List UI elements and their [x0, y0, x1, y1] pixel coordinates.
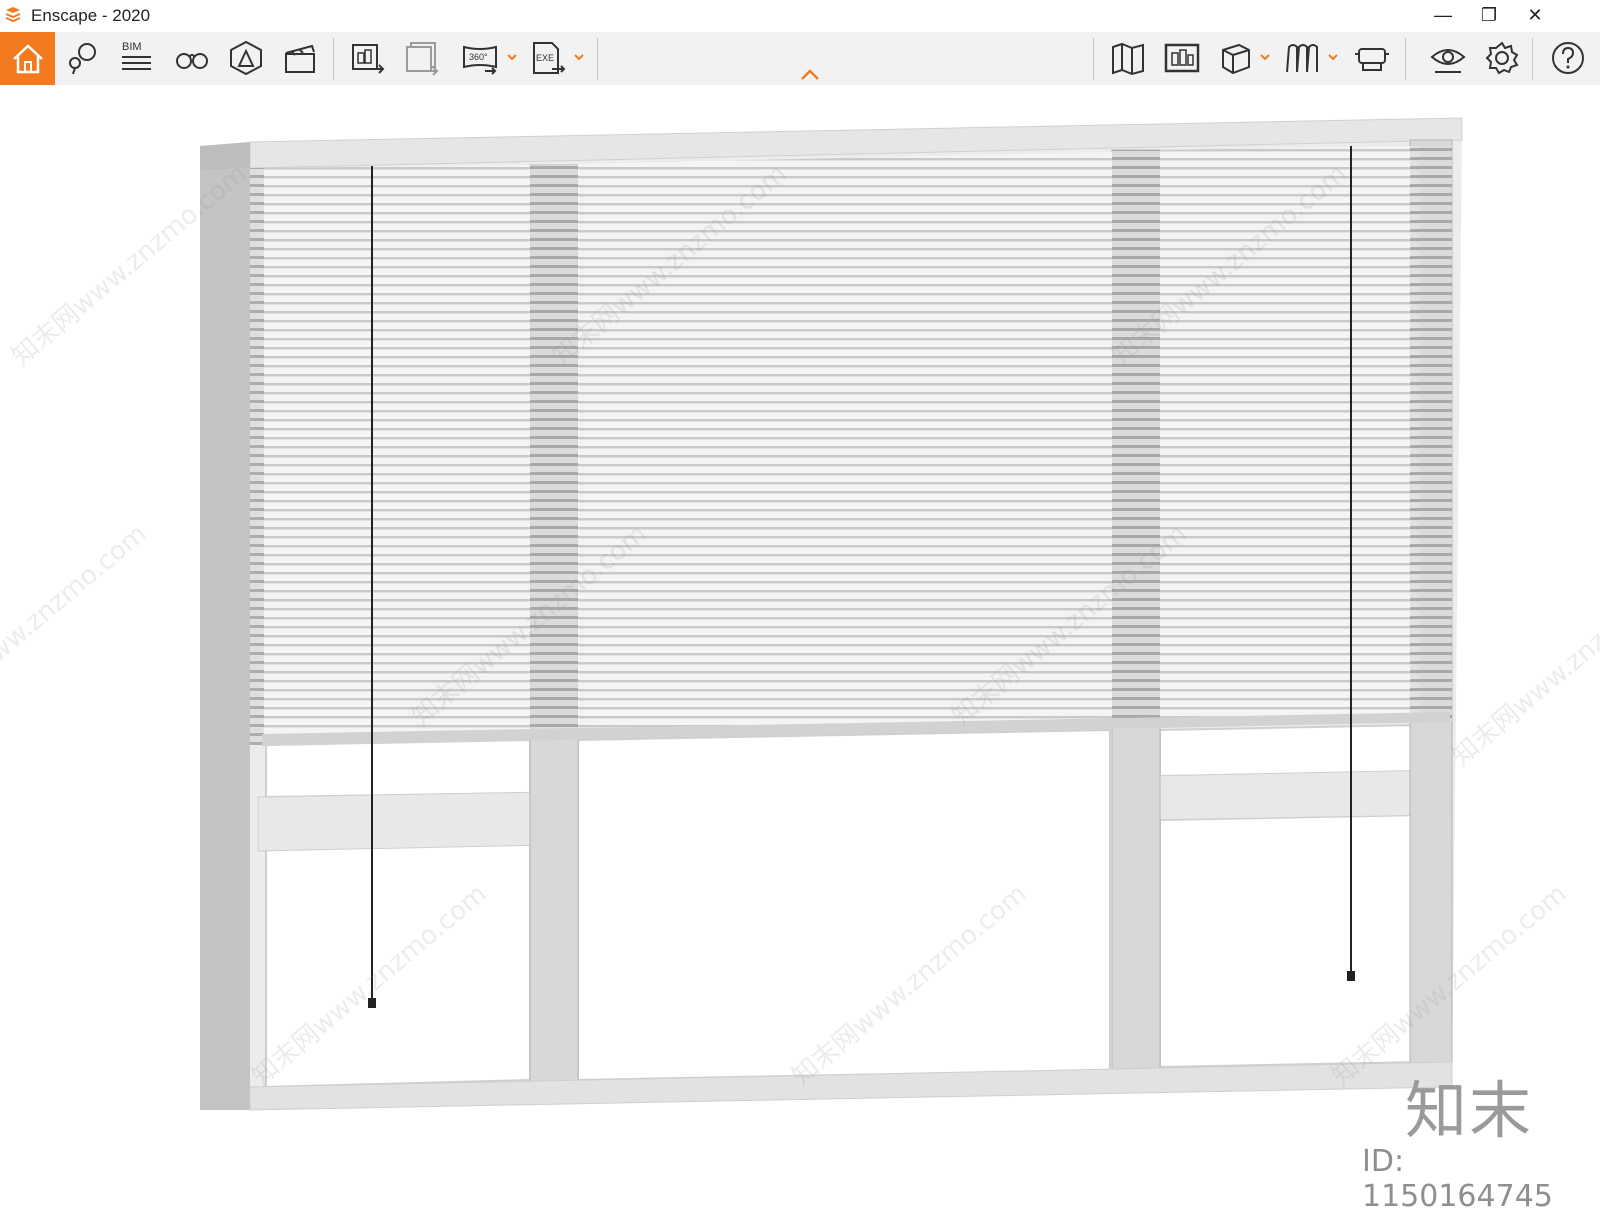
enscape-logo-icon — [5, 7, 21, 23]
gear-icon — [1485, 41, 1519, 75]
cube-icon — [1222, 43, 1250, 75]
toolbar-separator — [1405, 38, 1406, 80]
visual-settings-button[interactable] — [1426, 36, 1470, 80]
minimap-button[interactable] — [1106, 36, 1150, 80]
toolbar-separator — [1093, 38, 1094, 80]
help-icon — [1552, 42, 1584, 74]
close-button[interactable]: ✕ — [1512, 0, 1558, 30]
eye-settings-icon — [1430, 49, 1466, 73]
asset-chevron-down-icon[interactable] — [1326, 50, 1340, 64]
clapperboard-icon — [285, 44, 315, 73]
toolbar-separator — [597, 38, 598, 80]
render-export-button[interactable] — [346, 36, 390, 80]
binoculars-icon — [176, 53, 208, 69]
batch-render-button[interactable] — [400, 36, 444, 80]
main-toolbar: BIM 360° EXE — [0, 32, 1600, 85]
bim-button[interactable]: BIM — [114, 36, 158, 80]
minimize-button[interactable]: — — [1420, 0, 1466, 30]
views-button[interactable] — [170, 36, 214, 80]
vr-headset-icon — [1355, 48, 1389, 71]
view-render-button[interactable] — [1160, 36, 1204, 80]
frame-side-face — [200, 147, 250, 1110]
minimize-icon: — — [1434, 4, 1452, 25]
image-id-label: ID: 1150164745 — [1362, 1144, 1553, 1214]
title-bar: Enscape - 2020 — ❐ ✕ — [0, 0, 1600, 32]
asset-library-icon — [1286, 44, 1318, 73]
cube-chevron-down-icon[interactable] — [1258, 50, 1272, 64]
cube-button[interactable] — [1214, 36, 1258, 80]
map-pin-icon — [69, 43, 96, 75]
panorama-label: 360° — [469, 52, 488, 62]
help-button[interactable] — [1546, 36, 1590, 80]
render-export-icon — [352, 44, 385, 74]
close-icon: ✕ — [1527, 4, 1543, 25]
brand-watermark: 知末 — [1405, 1074, 1534, 1147]
exe-export-icon: EXE — [533, 42, 566, 74]
bim-label: BIM — [122, 41, 142, 53]
panorama-chevron-down-icon[interactable] — [505, 50, 519, 64]
toolbar-separator — [333, 38, 334, 80]
batch-render-icon — [406, 42, 439, 76]
panorama-360-icon: 360° — [463, 45, 497, 75]
bim-info-icon: BIM — [122, 41, 151, 70]
exe-label: EXE — [536, 53, 554, 63]
map-icon — [1112, 42, 1144, 76]
atmosphere-button[interactable] — [224, 36, 268, 80]
restore-icon: ❐ — [1480, 4, 1498, 25]
toolbar-separator — [1532, 38, 1533, 80]
restore-button[interactable]: ❐ — [1466, 0, 1512, 30]
home-button[interactable] — [0, 32, 55, 85]
window-title: Enscape - 2020 — [31, 6, 151, 25]
panorama-button[interactable]: 360° — [458, 36, 502, 80]
render-viewport[interactable]: 知末网www.znzmo.com 知末网www.znzmo.com 知末网www… — [0, 85, 1600, 1200]
vr-button[interactable] — [1350, 36, 1394, 80]
asset-library-button[interactable] — [1280, 36, 1324, 80]
home-icon — [12, 43, 43, 73]
view-render-icon — [1164, 43, 1200, 73]
location-button[interactable] — [60, 36, 104, 80]
chevron-up-icon[interactable] — [799, 68, 821, 82]
exe-chevron-down-icon[interactable] — [572, 50, 586, 64]
exe-export-button[interactable]: EXE — [525, 36, 569, 80]
video-button[interactable] — [278, 36, 322, 80]
atmosphere-icon — [230, 40, 262, 76]
settings-button[interactable] — [1480, 36, 1524, 80]
